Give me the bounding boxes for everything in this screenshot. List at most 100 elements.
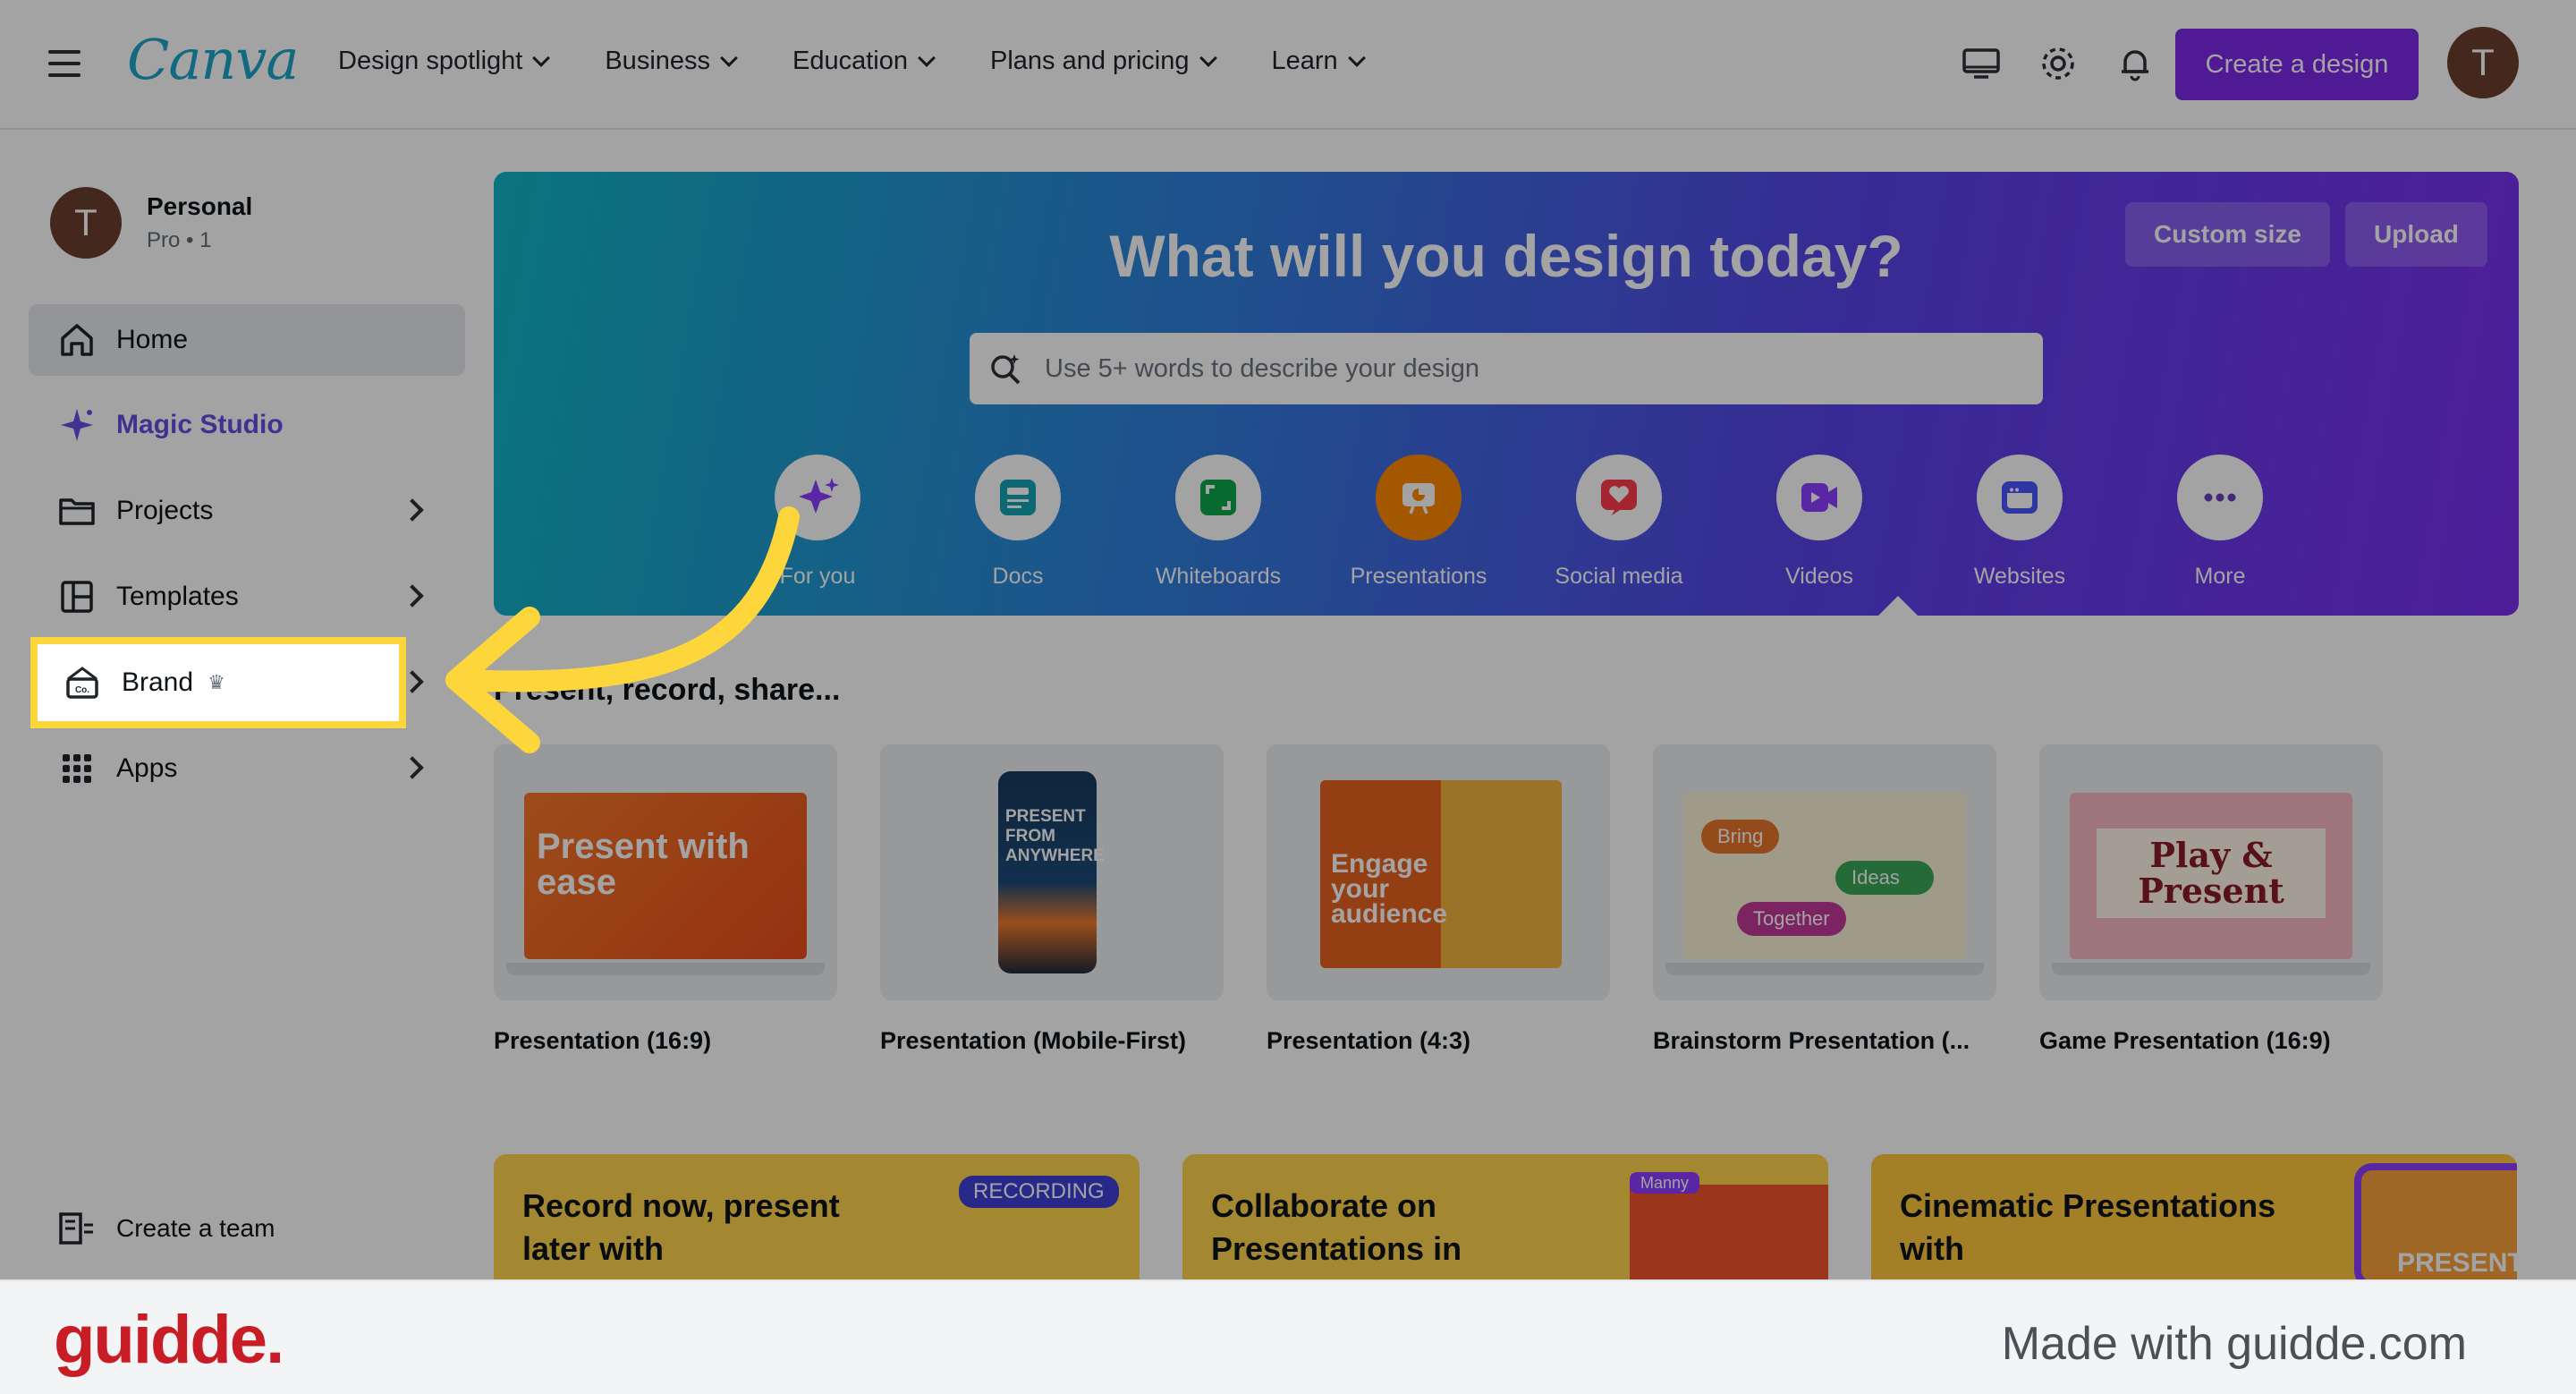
promo-card-recording[interactable]: Record now, present later with RECORDING xyxy=(494,1154,1140,1279)
sidebar-item-projects[interactable]: Projects xyxy=(29,475,465,547)
top-bar: Canva Design spotlight Business Educatio… xyxy=(0,0,2576,130)
thumb-text: Present with ease xyxy=(537,827,750,902)
create-design-button[interactable]: Create a design xyxy=(2175,29,2419,100)
folder-icon xyxy=(59,498,95,525)
thumb-screen: Play & Present xyxy=(2070,793,2352,959)
collaborator-tag: Manny xyxy=(1630,1172,1700,1194)
template-thumbnail: Present with ease xyxy=(494,744,837,1000)
category-label: Docs xyxy=(992,564,1044,589)
sidebar-item-label: Magic Studio xyxy=(116,410,284,439)
template-caption: Presentation (4:3) xyxy=(1267,1027,1471,1054)
promo-title: Record now, present later with xyxy=(522,1187,840,1267)
made-with-text: Made with guidde.com xyxy=(2001,1318,2467,1370)
category-more[interactable]: More xyxy=(2120,455,2320,590)
template-thumbnail: Engage your audience xyxy=(1267,744,1610,1000)
account-plan: Pro • 1 xyxy=(147,228,212,252)
promo-visual xyxy=(1630,1185,1828,1279)
videos-icon xyxy=(1776,455,1862,540)
sidebar-item-home[interactable]: Home xyxy=(29,304,465,376)
sidebar-item-templates[interactable]: Templates xyxy=(29,561,465,633)
guidde-footer: guidde. Made with guidde.com xyxy=(0,1279,2576,1394)
highlighted-brand-item[interactable]: Co. Brand ♛ xyxy=(30,637,406,728)
design-search-input[interactable]: Use 5+ words to describe your design xyxy=(970,333,2043,404)
nav-learn[interactable]: Learn xyxy=(1271,47,1366,76)
category-videos[interactable]: Videos xyxy=(1719,455,1919,590)
svg-text:Co.: Co. xyxy=(75,685,89,695)
sidebar-item-magic-studio[interactable]: Magic Studio xyxy=(29,389,465,461)
laptop-base xyxy=(2052,963,2370,975)
search-placeholder: Use 5+ words to describe your design xyxy=(1045,353,1480,383)
promo-title: Collaborate on Presentations in xyxy=(1211,1187,1462,1267)
template-card[interactable]: Engage your audience Presentation (4:3) xyxy=(1267,744,1610,1055)
sidebar-item-label: Templates xyxy=(116,582,239,611)
laptop-base xyxy=(506,963,825,975)
selected-category-pointer xyxy=(1878,596,1918,616)
templates-icon xyxy=(61,581,93,613)
nav-business[interactable]: Business xyxy=(605,47,738,76)
recording-badge: RECORDING xyxy=(959,1176,1119,1208)
category-label: Videos xyxy=(1785,564,1853,589)
account-avatar: T xyxy=(50,187,122,259)
promo-card-collaborate[interactable]: Collaborate on Presentations in Manny xyxy=(1182,1154,1828,1279)
chevron-down-icon xyxy=(918,48,936,67)
more-dots-icon xyxy=(2177,455,2263,540)
canva-logo[interactable]: Canva xyxy=(127,27,299,92)
promo-row: Record now, present later with RECORDING… xyxy=(494,1154,2517,1279)
thumb-text: PRESENT FROM ANYWHERE xyxy=(1005,807,1105,865)
user-avatar[interactable]: T xyxy=(2447,27,2519,98)
template-caption: Game Presentation (16:9) xyxy=(2039,1027,2331,1054)
menu-icon[interactable] xyxy=(48,50,80,77)
promo-card-cinematic[interactable]: Cinematic Presentations with PRESENT xyxy=(1871,1154,2517,1279)
chevron-down-icon xyxy=(532,48,551,67)
promo-title: Cinematic Presentations with xyxy=(1900,1187,2276,1267)
template-card[interactable]: Play & Present Game Presentation (16:9) xyxy=(2039,744,2383,1055)
chevron-right-icon xyxy=(401,584,424,608)
thumb-pill: Ideas xyxy=(1835,861,1934,895)
template-card[interactable]: Present with ease Presentation (16:9) xyxy=(494,744,837,1055)
category-docs[interactable]: Docs xyxy=(918,455,1118,590)
template-thumbnail: Play & Present xyxy=(2039,744,2383,1000)
settings-gear-icon[interactable] xyxy=(2038,43,2079,84)
chevron-down-icon xyxy=(720,48,738,67)
sidebar-item-label: Projects xyxy=(116,496,214,525)
home-icon xyxy=(61,324,93,356)
category-presentations[interactable]: Presentations xyxy=(1318,455,1519,590)
category-whiteboards[interactable]: Whiteboards xyxy=(1118,455,1318,590)
category-label: Websites xyxy=(1973,564,2066,589)
template-thumbnail: Bring Ideas Together xyxy=(1653,744,1996,1000)
nav-design-spotlight[interactable]: Design spotlight xyxy=(338,47,551,76)
thumb-text: Play & Present xyxy=(2097,829,2326,918)
create-team-label: Create a team xyxy=(116,1214,275,1242)
top-icons xyxy=(1961,43,2156,84)
upload-button[interactable]: Upload xyxy=(2345,202,2487,267)
account-switcher[interactable]: T Personal Pro • 1 xyxy=(50,187,252,259)
team-icon xyxy=(59,1212,93,1245)
category-label: More xyxy=(2194,564,2246,589)
nav-plans-pricing[interactable]: Plans and pricing xyxy=(990,47,1217,76)
nav-education[interactable]: Education xyxy=(792,47,936,76)
nav-label: Business xyxy=(605,47,711,75)
thumb-pill: Bring xyxy=(1701,820,1780,854)
design-categories: For you Docs Whiteboards Presentations S… xyxy=(717,455,2320,590)
notification-bell-icon[interactable] xyxy=(2114,43,2156,84)
category-label: Social media xyxy=(1555,564,1683,589)
chevron-down-icon xyxy=(1199,48,1217,67)
nav-label: Learn xyxy=(1271,47,1338,75)
apps-grid-icon xyxy=(63,754,91,783)
category-label: Presentations xyxy=(1350,564,1487,589)
template-card[interactable]: PRESENT FROM ANYWHERE Presentation (Mobi… xyxy=(880,744,1224,1055)
custom-size-button[interactable]: Custom size xyxy=(2125,202,2330,267)
category-social-media[interactable]: Social media xyxy=(1519,455,1719,590)
template-card[interactable]: Bring Ideas Together Brainstorm Presenta… xyxy=(1653,744,1996,1055)
chevron-right-icon xyxy=(401,756,424,779)
desktop-app-icon[interactable] xyxy=(1961,43,2002,84)
template-caption: Presentation (Mobile-First) xyxy=(880,1027,1187,1054)
sidebar-item-label: Brand xyxy=(122,667,194,697)
presentation-templates: Present with ease Presentation (16:9) PR… xyxy=(494,744,2383,1055)
category-websites[interactable]: Websites xyxy=(1919,455,2120,590)
create-team-link[interactable]: Create a team xyxy=(57,1209,275,1248)
docs-icon xyxy=(975,455,1061,540)
brand-icon: Co. xyxy=(66,667,98,699)
sidebar-item-apps[interactable]: Apps xyxy=(29,733,465,804)
template-thumbnail: PRESENT FROM ANYWHERE xyxy=(880,744,1224,1000)
